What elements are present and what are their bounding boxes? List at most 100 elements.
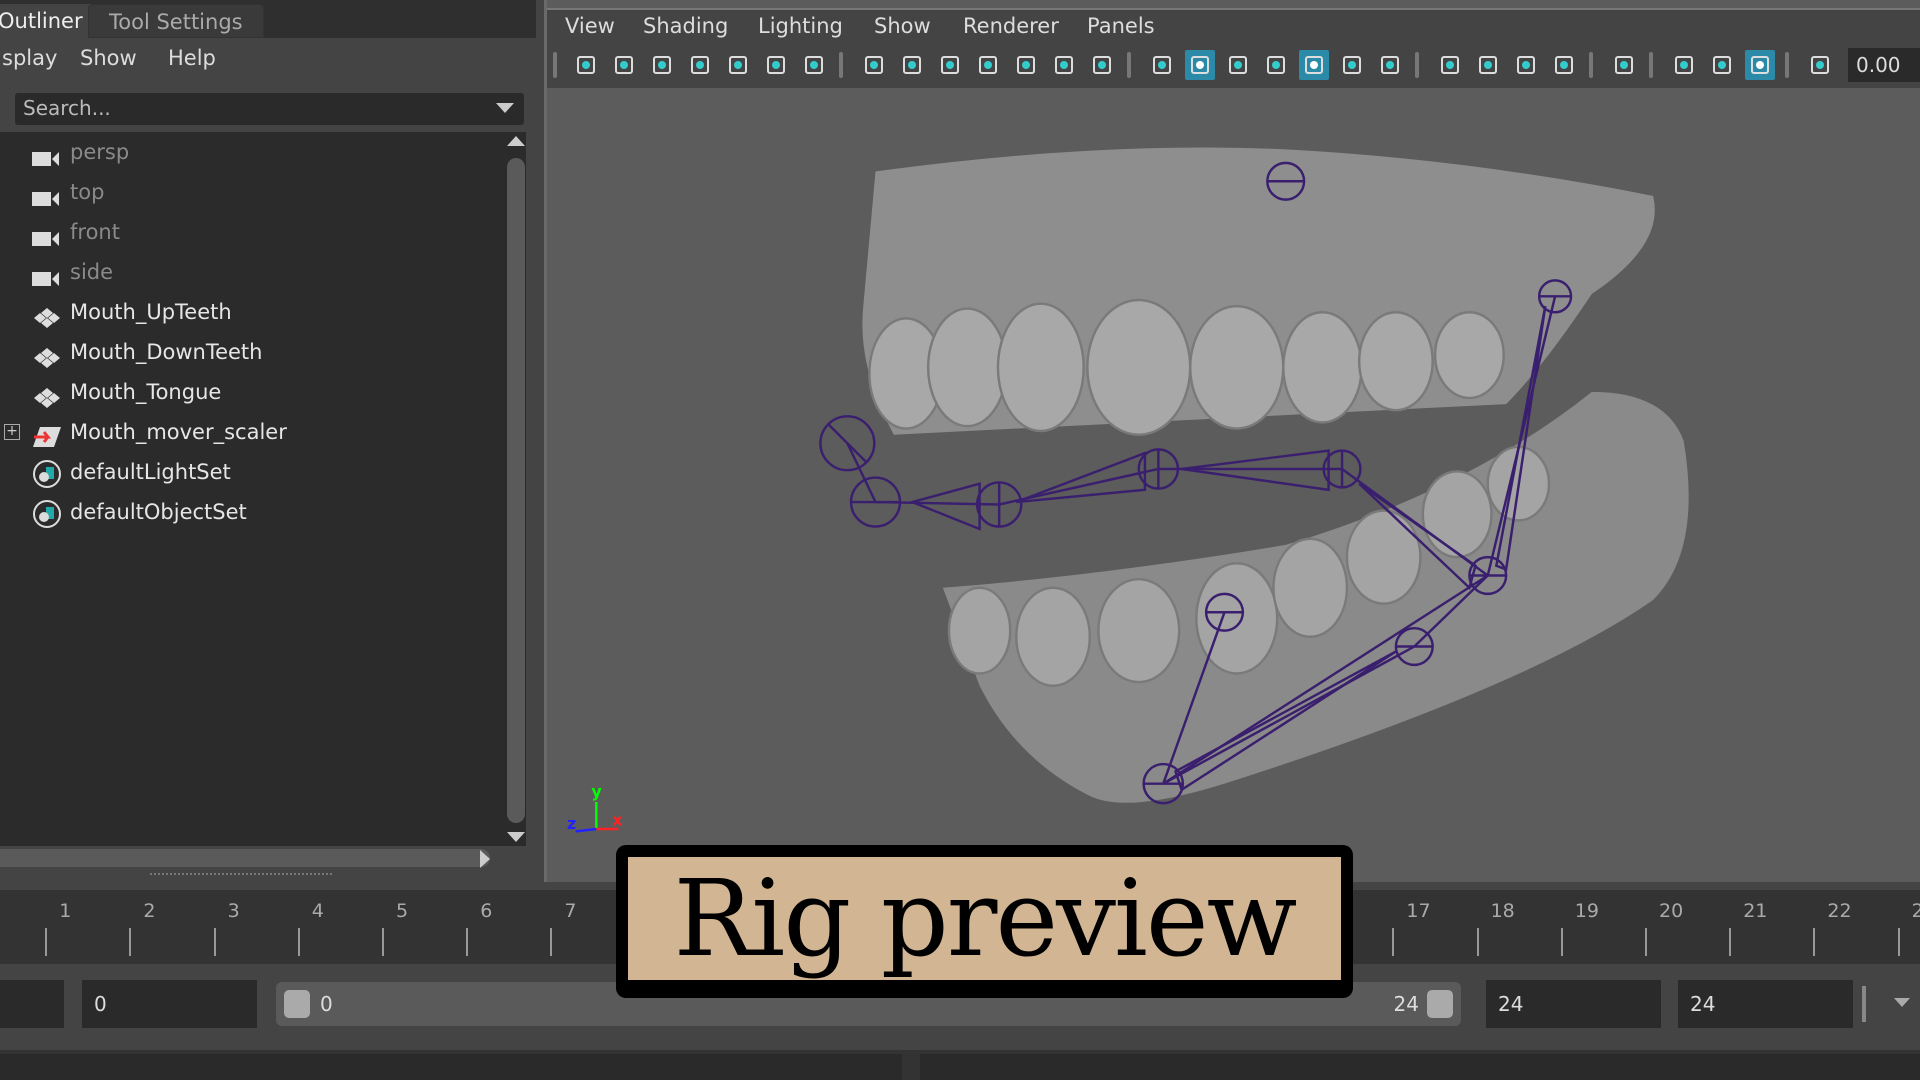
film-gate-icon[interactable] [897, 50, 927, 80]
wireframe-on-shaded-icon[interactable] [1261, 50, 1291, 80]
wireframe-icon[interactable] [1147, 50, 1177, 80]
toolbar-separator [1415, 52, 1419, 78]
depth-of-field-icon[interactable] [1549, 50, 1579, 80]
exposure-icon[interactable] [1805, 50, 1835, 80]
bookmark-icon[interactable] [685, 50, 715, 80]
divider [1862, 986, 1866, 1022]
scroll-up-icon[interactable] [507, 136, 525, 146]
motion-blur-icon[interactable] [1473, 50, 1503, 80]
outliner-item[interactable]: Mouth_DownTeeth [0, 332, 500, 372]
search-input[interactable]: Search... [15, 93, 524, 125]
expand-icon[interactable]: + [4, 424, 20, 440]
outliner-item-label: top [70, 180, 105, 204]
outliner-list: persp top front side Mouth_UpTeeth Mouth_Down… [0, 132, 506, 846]
menu-help[interactable]: Help [168, 46, 216, 70]
frame-label: 23 [1911, 900, 1920, 922]
safe-title-icon[interactable] [1087, 50, 1117, 80]
menu-show[interactable]: Show [80, 46, 137, 70]
viewport-menu-lighting[interactable]: Lighting [758, 14, 843, 38]
range-end-handle[interactable] [1427, 990, 1453, 1018]
frame-label: 2 [143, 900, 156, 922]
frame-label: 22 [1827, 900, 1852, 922]
outliner-item[interactable]: top [0, 172, 500, 212]
xray-joints-icon[interactable] [1745, 50, 1775, 80]
viewport-3d[interactable] [544, 0, 1920, 882]
default-material-icon[interactable] [1223, 50, 1253, 80]
field-chart-icon[interactable] [1011, 50, 1041, 80]
outliner-item-label: persp [70, 140, 130, 164]
grease-pencil-icon[interactable] [799, 50, 829, 80]
animation-start-field[interactable]: 0 [82, 980, 257, 1028]
caption-box: Rig preview [616, 845, 1353, 998]
outliner-item-label: defaultLightSet [70, 460, 231, 484]
dropdown-arrow-icon[interactable] [1894, 998, 1910, 1007]
frame-tick [382, 928, 384, 956]
dropdown-arrow-icon[interactable] [496, 103, 514, 113]
shadows-icon[interactable] [1375, 50, 1405, 80]
outliner-item[interactable]: front [0, 212, 500, 252]
frame-tick [1476, 928, 1479, 956]
menu-display[interactable]: Display [0, 46, 57, 70]
outliner-item[interactable]: defaultLightSet [0, 452, 500, 492]
outliner-item[interactable]: Mouth_mover_scaler + [0, 412, 500, 452]
frame-tick [1813, 928, 1816, 956]
mesh-icon [32, 302, 60, 328]
resolution-gate-icon[interactable] [935, 50, 965, 80]
command-result [920, 1054, 1920, 1080]
isolate-select-icon[interactable] [1669, 50, 1699, 80]
frame-label: 6 [480, 900, 493, 922]
viewport-menu-renderer[interactable]: Renderer [963, 14, 1059, 38]
image-plane-icon[interactable] [723, 50, 753, 80]
viewport-menu-show[interactable]: Show [874, 14, 931, 38]
outliner-item[interactable]: persp [0, 132, 500, 172]
viewport-menu-shading[interactable]: Shading [643, 14, 728, 38]
command-input[interactable] [0, 1054, 902, 1080]
resize-handle[interactable] [150, 873, 332, 875]
range-start-handle[interactable] [284, 990, 310, 1018]
horizontal-scrollbar[interactable] [0, 849, 490, 867]
lights-icon[interactable] [1337, 50, 1367, 80]
2d-pan-zoom-icon[interactable] [761, 50, 791, 80]
outliner-item-label: Mouth_DownTeeth [70, 340, 263, 364]
animation-end-field[interactable]: 24 [1678, 980, 1853, 1028]
frame-tick [550, 928, 553, 956]
camera-icon[interactable] [571, 50, 601, 80]
xray-icon[interactable] [1707, 50, 1737, 80]
anti-aliasing-icon[interactable] [1511, 50, 1541, 80]
grid-icon[interactable] [859, 50, 889, 80]
camera-icon [32, 142, 60, 166]
frame-tick [45, 928, 48, 956]
frame-label: 19 [1574, 900, 1599, 922]
viewport-menu-panels[interactable]: Panels [1087, 14, 1155, 38]
outliner-item[interactable]: side [0, 252, 500, 292]
gate-mask-icon[interactable] [973, 50, 1003, 80]
safe-action-icon[interactable] [1049, 50, 1079, 80]
viewport-menu-view[interactable]: View [565, 14, 615, 38]
current-time-field[interactable] [0, 980, 64, 1028]
vertical-scrollbar[interactable] [506, 132, 526, 846]
playback-end-field[interactable]: 24 [1486, 980, 1661, 1028]
textured-icon[interactable] [1299, 50, 1329, 80]
frame-label: 1 [59, 900, 72, 922]
frame-label: 20 [1659, 900, 1684, 922]
outliner-item-label: side [70, 260, 114, 284]
mesh-icon [32, 342, 60, 368]
smooth-shade-icon[interactable] [1185, 50, 1215, 80]
set-icon [32, 460, 61, 488]
outliner-item[interactable]: Mouth_Tongue [0, 372, 500, 412]
tab-tool-settings[interactable]: Tool Settings [88, 4, 264, 38]
scrollbar-thumb[interactable] [507, 158, 525, 823]
toolbar-separator [1589, 52, 1593, 78]
frame-tick [1560, 928, 1563, 956]
outliner-item[interactable]: defaultObjectSet [0, 492, 500, 532]
toolbar-separator [1649, 52, 1653, 78]
frame-tick [297, 928, 300, 956]
outliner-item[interactable]: Mouth_UpTeeth [0, 292, 500, 332]
exposure-field[interactable]: 0.00 [1848, 48, 1920, 82]
scroll-right-icon[interactable] [480, 850, 490, 868]
select-camera-icon[interactable] [1609, 50, 1639, 80]
scroll-down-icon[interactable] [507, 832, 525, 842]
camera-settings-icon[interactable] [647, 50, 677, 80]
ambient-occlusion-icon[interactable] [1435, 50, 1465, 80]
camera-lock-icon[interactable] [609, 50, 639, 80]
